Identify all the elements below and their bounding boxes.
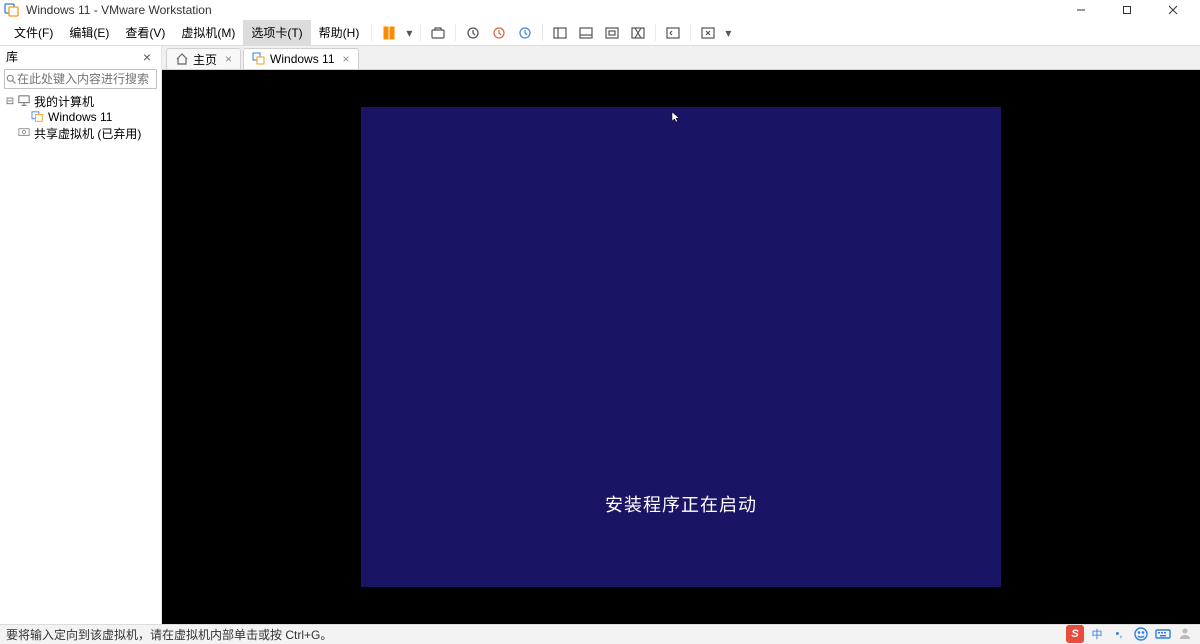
- menubar: 文件(F) 编辑(E) 查看(V) 虚拟机(M) 选项卡(T) 帮助(H) ▾: [0, 20, 1200, 46]
- show-sidebar-button[interactable]: [547, 20, 573, 46]
- close-button[interactable]: [1150, 0, 1196, 20]
- ime-punct-indicator[interactable]: •,: [1110, 625, 1128, 643]
- ime-keyboard-icon[interactable]: [1154, 625, 1172, 643]
- tree-label: 我的计算机: [34, 93, 94, 110]
- ime-tray: S 中 •,: [1066, 624, 1194, 644]
- tree-label: Windows 11: [48, 110, 112, 124]
- computer-icon: [16, 94, 32, 108]
- tabstrip: 主页 × Windows 11 ×: [162, 46, 1200, 70]
- menu-help[interactable]: 帮助(H): [311, 20, 368, 45]
- setup-status-text: 安装程序正在启动: [605, 491, 757, 517]
- pause-button[interactable]: [376, 20, 402, 46]
- minimize-button[interactable]: [1058, 0, 1104, 20]
- menu-file[interactable]: 文件(F): [6, 20, 61, 45]
- tab-close-icon[interactable]: ×: [225, 52, 232, 66]
- library-tree: ⊟ 我的计算机 Windows 11 共享虚拟机 (已弃用): [0, 91, 161, 624]
- maximize-button[interactable]: [1104, 0, 1150, 20]
- shared-icon: [16, 126, 32, 140]
- search-icon: [5, 73, 17, 85]
- tab-label: 主页: [193, 51, 217, 68]
- tab-home[interactable]: 主页 ×: [166, 48, 241, 69]
- tab-close-icon[interactable]: ×: [343, 52, 350, 66]
- send-ctrl-alt-del-button[interactable]: [425, 20, 451, 46]
- home-icon: [175, 52, 189, 66]
- titlebar: Windows 11 - VMware Workstation: [0, 0, 1200, 20]
- ime-language-indicator[interactable]: 中: [1088, 625, 1106, 643]
- menu-view[interactable]: 查看(V): [117, 20, 173, 45]
- snapshot-revert-button[interactable]: [486, 20, 512, 46]
- tab-label: Windows 11: [270, 52, 334, 66]
- multimon-dropdown[interactable]: ▾: [721, 20, 735, 45]
- menu-vm[interactable]: 虚拟机(M): [173, 20, 243, 45]
- tree-vm-windows11[interactable]: Windows 11: [0, 109, 161, 125]
- sogou-ime-icon[interactable]: S: [1066, 625, 1084, 643]
- sidebar-close-button[interactable]: ×: [139, 49, 155, 65]
- status-hint: 要将输入定向到该虚拟机，请在虚拟机内部单击或按 Ctrl+G。: [6, 626, 332, 643]
- library-sidebar: 库 × ▼ ⊟ 我的计算机 Windows 11: [0, 46, 162, 624]
- tree-label: 共享虚拟机 (已弃用): [34, 125, 141, 142]
- stretch-button[interactable]: [599, 20, 625, 46]
- cycle-multimon-button[interactable]: [695, 20, 721, 46]
- pause-dropdown[interactable]: ▾: [402, 20, 416, 45]
- snapshot-take-button[interactable]: [460, 20, 486, 46]
- unity-button[interactable]: [625, 20, 651, 46]
- snapshot-manage-button[interactable]: [512, 20, 538, 46]
- fullscreen-button[interactable]: [660, 20, 686, 46]
- vm-console[interactable]: 安装程序正在启动: [162, 70, 1200, 624]
- tab-windows11[interactable]: Windows 11 ×: [243, 48, 359, 69]
- sidebar-title: 库: [6, 48, 18, 65]
- body: 库 × ▼ ⊟ 我的计算机 Windows 11: [0, 46, 1200, 624]
- statusbar: 要将输入定向到该虚拟机，请在虚拟机内部单击或按 Ctrl+G。: [0, 624, 1200, 644]
- vm-icon: [252, 52, 266, 66]
- tree-shared-vms[interactable]: 共享虚拟机 (已弃用): [0, 125, 161, 141]
- vm-icon: [30, 110, 46, 124]
- collapse-icon[interactable]: ⊟: [4, 96, 16, 107]
- search-input[interactable]: [17, 72, 172, 86]
- sidebar-search[interactable]: ▼: [4, 69, 157, 89]
- window-controls: [1058, 0, 1196, 20]
- guest-screen[interactable]: 安装程序正在启动: [361, 107, 1001, 587]
- app-window: Windows 11 - VMware Workstation 文件(F) 编辑…: [0, 0, 1200, 644]
- main-area: 主页 × Windows 11 × 安装程序正在启动: [162, 46, 1200, 624]
- menu-tabs[interactable]: 选项卡(T): [243, 20, 310, 45]
- window-title: Windows 11 - VMware Workstation: [26, 3, 212, 17]
- mouse-cursor-icon: [671, 111, 681, 123]
- ime-settings-icon[interactable]: [1176, 625, 1194, 643]
- ime-emoji-icon[interactable]: [1132, 625, 1150, 643]
- menu-edit[interactable]: 编辑(E): [61, 20, 117, 45]
- vmware-icon: [4, 2, 20, 18]
- show-console-button[interactable]: [573, 20, 599, 46]
- tree-root-my-computer[interactable]: ⊟ 我的计算机: [0, 93, 161, 109]
